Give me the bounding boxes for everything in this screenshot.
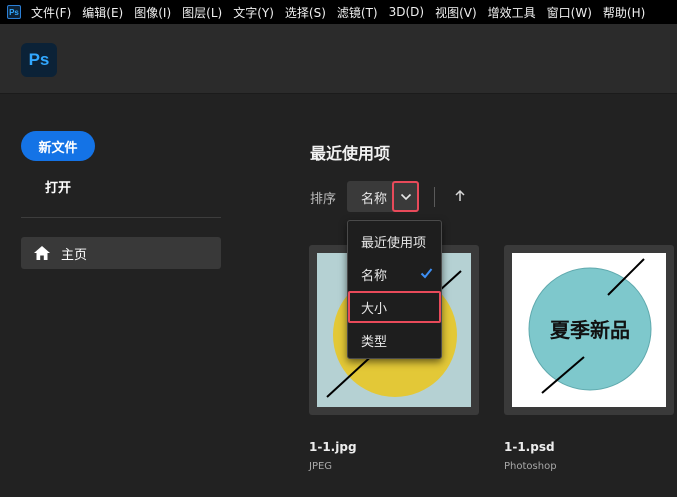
menu-type[interactable]: 文字(Y) [233,4,274,21]
sort-dropdown-toggle[interactable] [392,181,419,212]
menu-edit[interactable]: 编辑(E) [82,4,123,21]
sort-option-name[interactable]: 名称 [348,258,441,290]
thumbnail-text: 夏季新品 [550,318,630,342]
file-thumbnail: 夏季新品 [512,253,666,407]
new-file-button[interactable]: 新文件 [21,131,95,161]
sidebar-divider [21,217,221,218]
sort-separator [434,187,435,207]
open-button[interactable]: 打开 [21,171,95,201]
sort-value: 名称 [361,192,388,207]
ps-logo: Ps [21,43,57,77]
sort-option-recent[interactable]: 最近使用项 [348,225,441,257]
sort-option-label: 类型 [361,334,388,350]
sort-dropdown-menu: 最近使用项 名称 大小 类型 [347,220,442,359]
file-name[interactable]: 1-1.jpg [309,440,357,454]
menu-layer[interactable]: 图层(L) [182,4,222,21]
section-title: 最近使用项 [310,144,391,163]
file-name[interactable]: 1-1.psd [504,440,555,454]
menu-window[interactable]: 窗口(W) [547,4,592,21]
sort-option-label: 名称 [361,268,388,284]
sort-label: 排序 [310,192,337,207]
sort-option-label: 最近使用项 [361,235,427,251]
sort-direction-icon[interactable] [453,189,467,203]
home-icon [34,246,50,260]
recent-file-card[interactable]: 夏季新品 [504,245,674,415]
sort-select[interactable]: 名称 [347,181,419,212]
ps-app-icon[interactable]: Ps [7,5,21,19]
menu-select[interactable]: 选择(S) [285,4,326,21]
menu-plugins[interactable]: 增效工具 [488,4,536,21]
file-type: Photoshop [504,461,557,472]
menu-help[interactable]: 帮助(H) [603,4,645,21]
sort-option-label: 大小 [361,301,388,317]
thumbnail-image: 夏季新品 [512,253,666,407]
menu-view[interactable]: 视图(V) [435,4,477,21]
menu-items: 文件(F) 编辑(E) 图像(I) 图层(L) 文字(Y) 选择(S) 滤镜(T… [31,4,656,21]
sort-option-size[interactable]: 大小 [348,291,441,323]
chevron-down-icon [400,193,411,200]
file-type: JPEG [309,461,333,472]
menu-3d[interactable]: 3D(D) [389,5,424,19]
sort-option-type[interactable]: 类型 [348,324,441,356]
sidebar-item-label: 主页 [61,247,88,263]
menu-image[interactable]: 图像(I) [134,4,171,21]
checkmark-icon [420,268,433,279]
menu-file[interactable]: 文件(F) [31,4,71,21]
menu-bar: Ps 文件(F) 编辑(E) 图像(I) 图层(L) 文字(Y) 选择(S) 滤… [0,0,677,24]
sidebar-item-home[interactable]: 主页 [21,237,221,269]
home-header: Ps [0,24,677,94]
menu-filter[interactable]: 滤镜(T) [337,4,378,21]
